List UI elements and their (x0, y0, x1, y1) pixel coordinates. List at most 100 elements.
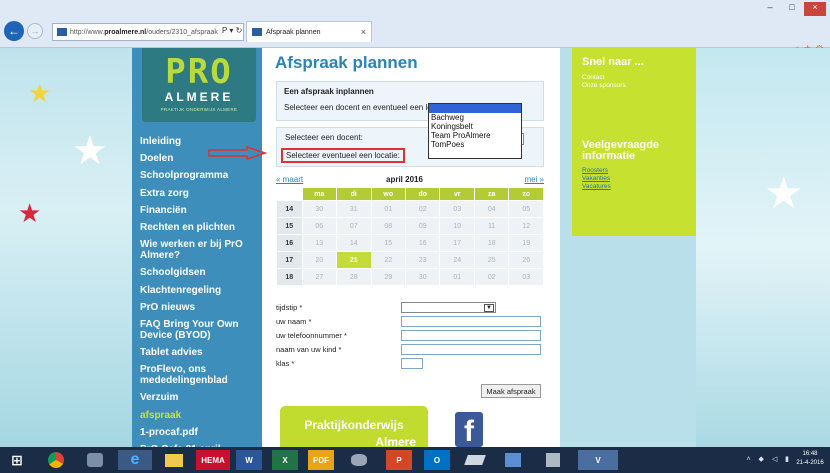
app-icon[interactable] (500, 450, 526, 470)
address-bar[interactable]: http://www. proalmere.nl/ouders/2310_afsp… (52, 23, 244, 41)
calendar-day[interactable]: 14 (337, 235, 371, 251)
back-button[interactable]: ← (4, 21, 24, 41)
sidebar-item-afspraak[interactable]: afspraak (140, 410, 260, 421)
sidebar-item-rechten-en-plichten[interactable]: Rechten en plichten (140, 222, 260, 233)
word-icon[interactable]: W (236, 450, 262, 470)
windows-start-icon[interactable]: ⊞ (6, 450, 28, 470)
calendar-day[interactable]: 13 (302, 235, 337, 251)
calendar-next-month-link[interactable]: mei » (524, 175, 544, 184)
tab-close-icon[interactable]: × (361, 27, 366, 37)
calendar-day[interactable]: 02 (406, 201, 440, 217)
logo[interactable]: PRO ALMERE PRAKTIJK ONDERWIJS ALMERE (142, 48, 256, 122)
link-vacatures[interactable]: Vacatures (582, 183, 611, 190)
calendar-day[interactable]: 11 (474, 218, 509, 234)
sidebar-item-faq-bring-your-own-device-byod[interactable]: FAQ Bring Your Own Device (BYOD) (140, 319, 260, 341)
tijdstip-select[interactable]: ▼ (401, 302, 496, 313)
sidebar-item-pro-nieuws[interactable]: PrO nieuws (140, 302, 260, 313)
calendar-prev-month-link[interactable]: « maart (276, 175, 303, 184)
calendar-day[interactable]: 16 (406, 235, 440, 251)
app-icon[interactable] (346, 450, 372, 470)
address-tools[interactable]: Ρ ▾ ↻ (222, 26, 242, 35)
calendar-day[interactable]: 09 (406, 218, 440, 234)
calendar-day[interactable]: 27 (302, 269, 337, 285)
chrome-browser-icon[interactable] (44, 450, 68, 470)
internet-explorer-icon[interactable]: e (118, 450, 152, 470)
taskbar-clock[interactable]: 16:48 21-4-2016 (794, 450, 826, 468)
calendar-day[interactable]: 06 (302, 218, 337, 234)
calendar-day[interactable]: 01 (371, 201, 405, 217)
pdf-icon[interactable]: PDF (308, 450, 334, 470)
calendar-day[interactable]: 07 (337, 218, 371, 234)
sidebar-item-wie-werken-er-bij-pro-almere[interactable]: Wie werken er bij PrO Almere? (140, 239, 260, 261)
visio-icon[interactable]: V (578, 450, 618, 470)
app-icon[interactable] (82, 450, 108, 470)
sidebar-item-proflevo-ons-mededelingenblad[interactable]: ProFlevo, ons mededelingenblad (140, 364, 260, 386)
calendar-day[interactable]: 01 (440, 269, 474, 285)
calendar-day[interactable]: 03 (440, 201, 474, 217)
app-icon[interactable] (540, 450, 566, 470)
calendar-day[interactable]: 20 (302, 252, 337, 268)
sidebar-item-verzuim[interactable]: Verzuim (140, 392, 260, 403)
link-roosters[interactable]: Roosters (582, 167, 608, 174)
calendar-day[interactable]: 30 (302, 201, 337, 217)
locatie-option[interactable]: Team ProAlmere (429, 131, 521, 140)
calendar-day[interactable]: 10 (440, 218, 474, 234)
calendar-day[interactable]: 23 (406, 252, 440, 268)
calendar-day[interactable]: 26 (509, 252, 543, 268)
form-row: tijdstip * ▼ (276, 302, 551, 314)
sidebar-item-1-procaf-pdf[interactable]: 1-procaf.pdf (140, 427, 260, 438)
maak-afspraak-button[interactable]: Maak afspraak (481, 384, 541, 398)
link-onze-sponsors[interactable]: Onze sponsors (582, 82, 626, 89)
calendar-day[interactable]: 19 (509, 235, 543, 251)
outlook-icon[interactable]: O (424, 450, 450, 470)
calendar-day[interactable]: 25 (474, 252, 509, 268)
calendar-day-today[interactable]: 21 (337, 252, 371, 268)
calendar-day[interactable]: 29 (371, 269, 405, 285)
calendar-day[interactable]: 15 (371, 235, 405, 251)
klas-input[interactable] (401, 358, 423, 369)
text-input[interactable] (401, 316, 541, 327)
calendar-day[interactable]: 18 (474, 235, 509, 251)
sidebar-item-schoolgidsen[interactable]: Schoolgidsen (140, 267, 260, 278)
system-tray[interactable]: ˄ ◆ ◁ ▮ (746, 455, 792, 463)
calendar-day[interactable]: 17 (440, 235, 474, 251)
excel-icon[interactable]: X (272, 450, 298, 470)
calendar-day[interactable]: 24 (440, 252, 474, 268)
calendar-day[interactable]: 22 (371, 252, 405, 268)
promo-banner[interactable]: Praktijkonderwijs Almere (280, 406, 428, 447)
link-contact[interactable]: Contact (582, 74, 604, 81)
calendar-day[interactable]: 30 (406, 269, 440, 285)
sidebar-item-tablet-advies[interactable]: Tablet advies (140, 347, 260, 358)
calendar-day[interactable]: 28 (337, 269, 371, 285)
calendar-day[interactable]: 08 (371, 218, 405, 234)
calendar-day[interactable]: 12 (509, 218, 543, 234)
calendar-day[interactable]: 04 (474, 201, 509, 217)
calendar-day[interactable]: 31 (337, 201, 371, 217)
sidebar-item-schoolprogramma[interactable]: Schoolprogramma (140, 170, 260, 181)
taskbar-app-hema[interactable]: HEMA (196, 450, 230, 470)
sidebar-item-financi-n[interactable]: Financiën (140, 205, 260, 216)
link-vakanties[interactable]: Vakanties (582, 175, 610, 182)
text-input[interactable] (401, 344, 541, 355)
maximize-button[interactable]: □ (782, 2, 802, 16)
sidebar-item-klachtenregeling[interactable]: Klachtenregeling (140, 285, 260, 296)
tab-afspraak-plannen[interactable]: Afspraak plannen × (246, 21, 372, 42)
calendar-day[interactable]: 03 (509, 269, 543, 285)
forward-button[interactable]: → (27, 23, 43, 39)
minimize-button[interactable]: – (760, 2, 780, 16)
locatie-option[interactable]: Koningsbelt (429, 122, 521, 131)
calendar-day[interactable]: 02 (474, 269, 509, 285)
dropdown-highlight-empty-option[interactable] (429, 104, 521, 113)
calendar-day[interactable]: 05 (509, 201, 543, 217)
weekday-header: wo (371, 188, 405, 200)
locatie-option[interactable]: Bachweg (429, 113, 521, 122)
powerpoint-icon[interactable]: P (386, 450, 412, 470)
facebook-icon[interactable]: f (455, 412, 483, 447)
locatie-dropdown[interactable]: Bachweg Koningsbelt Team ProAlmere TomPoes (428, 103, 522, 159)
text-input[interactable] (401, 330, 541, 341)
file-explorer-icon[interactable] (160, 450, 188, 470)
close-window-button[interactable]: × (804, 2, 826, 16)
locatie-option[interactable]: TomPoes (429, 140, 521, 149)
app-icon[interactable] (462, 450, 488, 470)
sidebar-item-extra-zorg[interactable]: Extra zorg (140, 188, 260, 199)
